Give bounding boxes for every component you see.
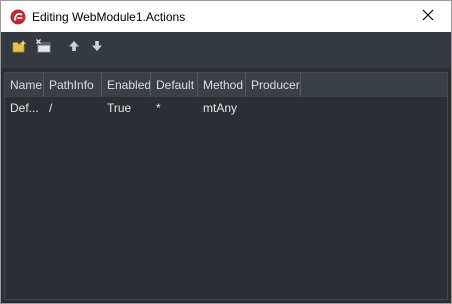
list-item[interactable]: Def... / True * mtAny bbox=[5, 98, 447, 118]
column-header-name[interactable]: Name bbox=[5, 73, 44, 97]
cell-pathinfo: / bbox=[49, 101, 53, 115]
arrow-up-icon bbox=[68, 40, 80, 55]
cell-producer bbox=[246, 98, 301, 118]
title-bar[interactable]: Editing WebModule1.Actions bbox=[1, 1, 451, 32]
column-header-pathinfo[interactable]: PathInfo bbox=[44, 73, 102, 97]
close-button[interactable] bbox=[405, 1, 451, 32]
cell-default: * bbox=[156, 101, 161, 115]
arrow-down-icon bbox=[91, 40, 103, 55]
dialog-window: Editing WebModule1.Actions Name PathInfo… bbox=[0, 0, 452, 304]
column-header-enabled[interactable]: Enabled bbox=[102, 73, 151, 97]
editor-content: Name PathInfo Enabled Default Method Pro… bbox=[1, 32, 451, 303]
column-header-method[interactable]: Method bbox=[198, 73, 246, 97]
window-title: Editing WebModule1.Actions bbox=[32, 10, 186, 24]
list-header: Name PathInfo Enabled Default Method Pro… bbox=[5, 73, 447, 97]
add-new-action-button[interactable] bbox=[11, 39, 29, 55]
cell-name: Def... bbox=[10, 101, 39, 115]
close-icon bbox=[422, 9, 434, 24]
column-header-default[interactable]: Default bbox=[151, 73, 198, 97]
move-up-button[interactable] bbox=[65, 39, 83, 55]
move-down-button[interactable] bbox=[88, 39, 106, 55]
delphi-helmet-icon bbox=[10, 9, 26, 25]
toolbar bbox=[1, 32, 451, 68]
cell-method: mtAny bbox=[203, 101, 238, 115]
new-item-icon bbox=[12, 39, 28, 56]
cell-enabled: True bbox=[107, 101, 132, 115]
actions-list[interactable]: Name PathInfo Enabled Default Method Pro… bbox=[4, 72, 448, 300]
column-header-producer[interactable]: Producer bbox=[246, 73, 301, 97]
delete-item-icon bbox=[36, 38, 52, 56]
delete-action-button[interactable] bbox=[35, 38, 53, 56]
